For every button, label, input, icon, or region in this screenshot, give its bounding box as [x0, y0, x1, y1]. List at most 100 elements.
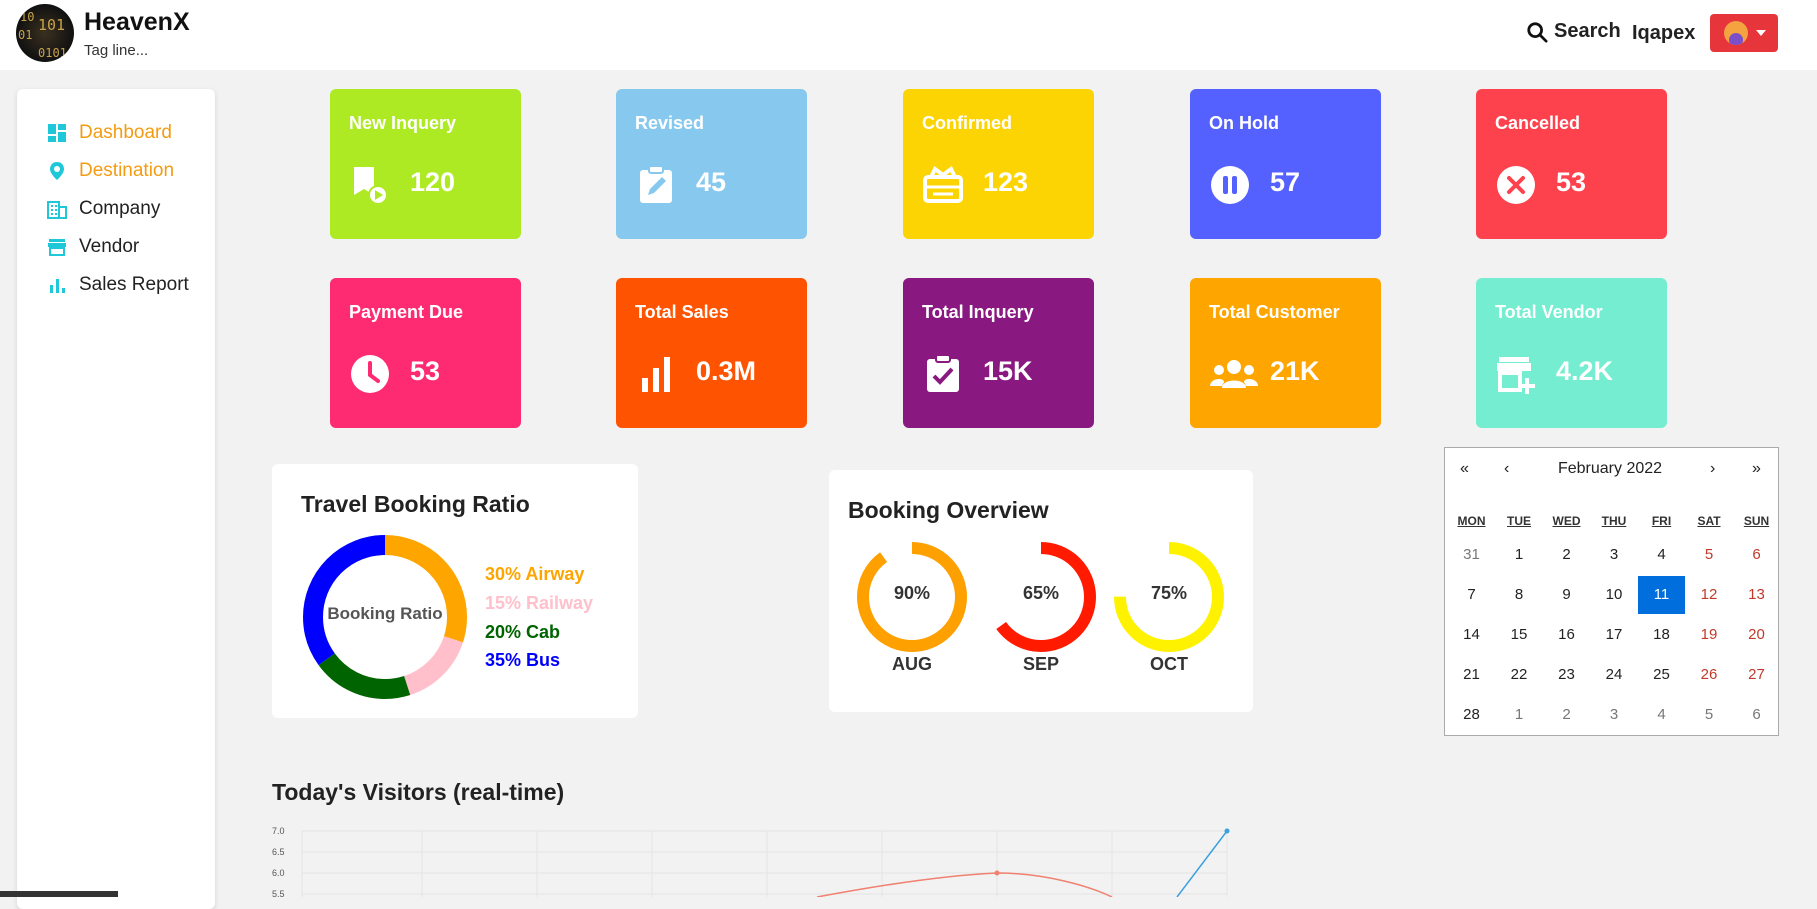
calendar-next-month-button[interactable]: › — [1710, 460, 1715, 478]
card-total-vendor[interactable]: Total Vendor 4.2K — [1476, 278, 1667, 428]
calendar-prev-month-button[interactable]: ‹ — [1504, 460, 1509, 478]
card-title: New Inquery — [349, 113, 457, 133]
panel-title: Travel Booking Ratio — [301, 491, 530, 517]
calendar-day[interactable]: 1 — [1496, 536, 1543, 574]
card-revised[interactable]: Revised 45 — [616, 89, 807, 239]
calendar-day[interactable]: 12 — [1686, 576, 1733, 614]
logo-text: 01 — [18, 28, 33, 42]
calendar-day[interactable]: 3 — [1591, 536, 1638, 574]
legend-railway: 15% Railway — [485, 593, 594, 613]
calendar-day[interactable]: 17 — [1591, 616, 1638, 654]
sidebar-item-dashboard[interactable]: Dashboard — [47, 122, 172, 144]
logo-text: 101 — [38, 16, 66, 34]
ring-month: AUG — [892, 654, 932, 674]
card-total-inquery[interactable]: Total Inquery 15K — [903, 278, 1094, 428]
calendar-day[interactable]: 26 — [1686, 656, 1733, 694]
calendar-day[interactable]: 14 — [1448, 616, 1495, 654]
sidebar-item-label: Company — [79, 198, 161, 219]
sidebar-item-label: Destination — [79, 160, 175, 181]
card-title: Payment Due — [349, 302, 464, 322]
card-value: 57 — [1270, 167, 1301, 197]
calendar-day[interactable]: 13 — [1733, 576, 1780, 614]
calendar-day[interactable]: 19 — [1686, 616, 1733, 654]
panel-title: Booking Overview — [848, 497, 1049, 523]
scroll-indicator — [0, 891, 118, 897]
logo-text: 0101 — [38, 46, 67, 60]
dashboard-icon — [48, 124, 66, 142]
card-on-hold[interactable]: On Hold 57 — [1190, 89, 1381, 239]
calendar-day[interactable]: 11 — [1638, 576, 1685, 614]
calendar-day[interactable]: 1 — [1496, 696, 1543, 734]
visitors-series-blue — [1176, 830, 1228, 897]
calendar-day[interactable]: 5 — [1686, 696, 1733, 734]
data-point — [1224, 828, 1230, 834]
calendar-day[interactable]: 16 — [1543, 616, 1590, 654]
weekday-header: WED — [1552, 514, 1581, 528]
pause-circle-icon — [1211, 166, 1249, 204]
card-title: Confirmed — [922, 113, 1012, 133]
card-value: 4.2K — [1556, 356, 1614, 386]
ring-percent: 65% — [1022, 583, 1060, 603]
card-value: 53 — [410, 356, 441, 386]
calendar-day[interactable]: 20 — [1733, 616, 1780, 654]
sidebar-item-sales-report[interactable]: Sales Report — [47, 274, 189, 296]
card-value: 123 — [983, 167, 1029, 197]
visitors-series-red — [816, 872, 1113, 897]
calendar-day[interactable]: 4 — [1638, 536, 1685, 574]
location-pin-icon — [50, 162, 64, 180]
calendar-day[interactable]: 2 — [1543, 696, 1590, 734]
sidebar-item-label: Vendor — [79, 236, 140, 257]
ring-percent: 75% — [1150, 583, 1188, 603]
calendar-day[interactable]: 18 — [1638, 616, 1685, 654]
search-button[interactable]: Search — [1526, 20, 1621, 43]
calendar-day[interactable]: 15 — [1496, 616, 1543, 654]
calendar-day[interactable]: 6 — [1733, 536, 1780, 574]
calendar: « ‹ February 2022 › » MON TUE WED THU FRI SAT… — [1444, 447, 1779, 736]
calendar-day[interactable]: 3 — [1591, 696, 1638, 734]
calendar-day[interactable]: 7 — [1448, 576, 1495, 614]
bar-chart-icon — [50, 279, 65, 293]
calendar-day[interactable]: 24 — [1591, 656, 1638, 694]
calendar-day[interactable]: 6 — [1733, 696, 1780, 734]
card-title: Cancelled — [1495, 113, 1581, 133]
clipboard-check-icon — [927, 354, 959, 392]
card-total-customer[interactable]: Total Customer 21K — [1190, 278, 1381, 428]
booking-overview-panel: Booking Overview 90% AUG 65% SEP 75% OCT — [829, 470, 1253, 712]
brand-tagline: Tag line... — [84, 42, 149, 59]
weekday-header: THU — [1601, 514, 1627, 528]
calendar-day[interactable]: 22 — [1496, 656, 1543, 694]
calendar-day[interactable]: 2 — [1543, 536, 1590, 574]
calendar-day[interactable]: 4 — [1638, 696, 1685, 734]
card-payment-due[interactable]: Payment Due 53 — [330, 278, 521, 428]
calendar-day[interactable]: 23 — [1543, 656, 1590, 694]
card-cancelled[interactable]: Cancelled 53 — [1476, 89, 1667, 239]
calendar-day[interactable]: 28 — [1448, 696, 1495, 734]
user-menu-button[interactable] — [1710, 14, 1778, 52]
legend-airway: 30% Airway — [485, 564, 585, 584]
users-icon — [1210, 360, 1258, 388]
card-total-sales[interactable]: Total Sales 0.3M — [616, 278, 807, 428]
clock-icon — [351, 355, 389, 393]
calendar-day[interactable]: 21 — [1448, 656, 1495, 694]
calendar-prev-year-button[interactable]: « — [1460, 460, 1469, 478]
weekday-header: SUN — [1743, 514, 1770, 528]
brand-logo[interactable]: 10 101 01 0101 — [16, 4, 74, 62]
calendar-next-year-button[interactable]: » — [1752, 460, 1761, 478]
card-confirmed[interactable]: Confirmed 123 — [903, 89, 1094, 239]
calendar-day[interactable]: 5 — [1686, 536, 1733, 574]
sidebar-item-vendor[interactable]: Vendor — [47, 236, 139, 258]
calendar-day[interactable]: 27 — [1733, 656, 1780, 694]
avatar — [1724, 21, 1748, 45]
card-new-inquery[interactable]: New Inquery 120 — [330, 89, 521, 239]
sidebar-item-label: Sales Report — [79, 274, 189, 295]
calendar-day[interactable]: 10 — [1591, 576, 1638, 614]
calendar-month-title[interactable]: February 2022 — [1545, 460, 1675, 478]
calendar-day[interactable]: 31 — [1448, 536, 1495, 574]
calendar-day[interactable]: 8 — [1496, 576, 1543, 614]
y-tick-label: 6.0 — [272, 868, 285, 878]
sidebar-item-destination[interactable]: Destination — [47, 160, 174, 182]
sidebar-item-company[interactable]: Company — [47, 198, 160, 220]
calendar-day[interactable]: 25 — [1638, 656, 1685, 694]
calendar-day[interactable]: 9 — [1543, 576, 1590, 614]
username[interactable]: Iqapex — [1632, 22, 1695, 45]
